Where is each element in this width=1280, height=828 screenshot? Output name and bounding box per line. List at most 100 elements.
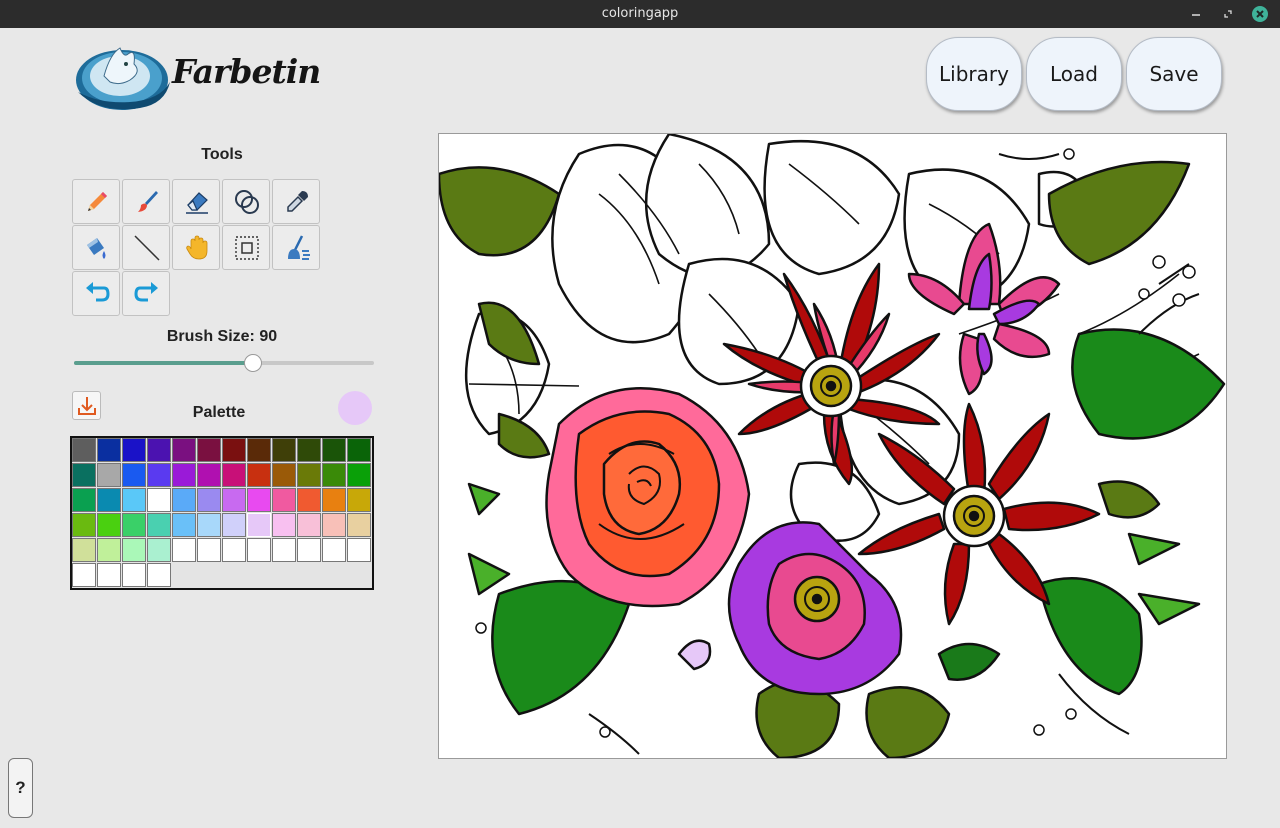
maximize-icon[interactable] — [1220, 6, 1236, 22]
blend-tool-button[interactable] — [222, 179, 270, 224]
palette-swatch[interactable] — [72, 563, 96, 587]
palette-swatch[interactable] — [147, 563, 171, 587]
palette-swatch[interactable] — [97, 538, 121, 562]
eraser-tool-button[interactable] — [172, 179, 220, 224]
palette-swatch[interactable] — [72, 463, 96, 487]
redo-button[interactable] — [122, 271, 170, 316]
palette-swatch[interactable] — [122, 513, 146, 537]
palette-swatch[interactable] — [197, 513, 221, 537]
help-button[interactable]: ? — [8, 758, 33, 818]
palette-swatch[interactable] — [247, 463, 271, 487]
palette-swatch[interactable] — [147, 463, 171, 487]
palette-swatch[interactable] — [222, 463, 246, 487]
palette-heading: Palette — [192, 404, 246, 421]
palette-swatch[interactable] — [172, 438, 196, 462]
palette-swatch[interactable] — [272, 438, 296, 462]
palette-swatch[interactable] — [247, 438, 271, 462]
save-button[interactable]: Save — [1126, 37, 1222, 111]
hand-icon — [186, 235, 208, 260]
brush-tool-button[interactable] — [122, 179, 170, 224]
palette-swatch[interactable] — [147, 488, 171, 512]
line-tool-button[interactable] — [122, 225, 170, 270]
slider-thumb[interactable] — [244, 354, 262, 372]
clean-brush-icon — [288, 235, 310, 260]
palette-swatch[interactable] — [322, 438, 346, 462]
palette-swatch[interactable] — [97, 463, 121, 487]
line-icon — [134, 235, 160, 261]
selection-icon — [235, 236, 259, 260]
palette-swatch[interactable] — [197, 538, 221, 562]
logo-text: Farbetin — [172, 52, 321, 91]
close-icon[interactable] — [1252, 6, 1268, 22]
window-title: coloringapp — [601, 6, 679, 21]
palette-swatch[interactable] — [147, 438, 171, 462]
palette-swatch[interactable] — [122, 438, 146, 462]
undo-button[interactable] — [72, 271, 120, 316]
palette-swatch[interactable] — [147, 513, 171, 537]
smudge-tool-button[interactable] — [272, 225, 320, 270]
window-titlebar: coloringapp — [0, 0, 1280, 28]
palette-swatch[interactable] — [322, 463, 346, 487]
drawing-canvas[interactable] — [438, 133, 1227, 759]
brush-icon — [138, 191, 158, 212]
palette-swatch[interactable] — [347, 538, 371, 562]
palette-swatch[interactable] — [297, 463, 321, 487]
palette-swatch[interactable] — [72, 538, 96, 562]
palette-swatch[interactable] — [247, 513, 271, 537]
fill-tool-button[interactable] — [72, 225, 120, 270]
palette-swatch[interactable] — [97, 438, 121, 462]
palette-swatch[interactable] — [297, 488, 321, 512]
palette-swatch[interactable] — [322, 513, 346, 537]
pan-tool-button[interactable] — [172, 225, 220, 270]
palette-swatch[interactable] — [147, 538, 171, 562]
palette-swatch[interactable] — [197, 438, 221, 462]
palette-swatch[interactable] — [222, 488, 246, 512]
palette-swatch[interactable] — [122, 488, 146, 512]
palette-swatch[interactable] — [347, 488, 371, 512]
palette-swatch[interactable] — [72, 513, 96, 537]
palette-swatch[interactable] — [122, 463, 146, 487]
palette-swatch[interactable] — [97, 488, 121, 512]
slider-fill — [74, 361, 253, 365]
brush-size-label: Brush Size: 90 — [166, 328, 278, 345]
palette-swatch[interactable] — [122, 563, 146, 587]
palette-swatch[interactable] — [172, 463, 196, 487]
color-palette-grid — [70, 436, 374, 590]
palette-swatch[interactable] — [197, 463, 221, 487]
palette-swatch[interactable] — [297, 513, 321, 537]
palette-swatch[interactable] — [272, 513, 296, 537]
palette-swatch[interactable] — [97, 563, 121, 587]
minimize-icon[interactable] — [1188, 6, 1204, 22]
select-tool-button[interactable] — [222, 225, 270, 270]
palette-swatch[interactable] — [122, 538, 146, 562]
eyedropper-tool-button[interactable] — [272, 179, 320, 224]
palette-swatch[interactable] — [72, 488, 96, 512]
palette-swatch[interactable] — [297, 538, 321, 562]
palette-swatch[interactable] — [172, 513, 196, 537]
load-button[interactable]: Load — [1026, 37, 1122, 111]
palette-swatch[interactable] — [347, 513, 371, 537]
palette-swatch[interactable] — [247, 488, 271, 512]
palette-swatch[interactable] — [297, 438, 321, 462]
tools-heading: Tools — [201, 146, 243, 163]
palette-swatch[interactable] — [272, 463, 296, 487]
palette-swatch[interactable] — [347, 463, 371, 487]
palette-swatch[interactable] — [197, 488, 221, 512]
palette-swatch[interactable] — [97, 513, 121, 537]
palette-swatch[interactable] — [172, 538, 196, 562]
redo-icon — [134, 282, 158, 302]
brush-size-slider[interactable] — [74, 354, 374, 372]
palette-swatch[interactable] — [222, 538, 246, 562]
library-button[interactable]: Library — [926, 37, 1022, 111]
palette-swatch[interactable] — [72, 438, 96, 462]
palette-swatch[interactable] — [322, 488, 346, 512]
palette-swatch[interactable] — [222, 438, 246, 462]
palette-swatch[interactable] — [347, 438, 371, 462]
pencil-tool-button[interactable] — [72, 179, 120, 224]
palette-swatch[interactable] — [322, 538, 346, 562]
palette-swatch[interactable] — [247, 538, 271, 562]
palette-swatch[interactable] — [272, 538, 296, 562]
palette-swatch[interactable] — [222, 513, 246, 537]
palette-swatch[interactable] — [172, 488, 196, 512]
palette-swatch[interactable] — [272, 488, 296, 512]
